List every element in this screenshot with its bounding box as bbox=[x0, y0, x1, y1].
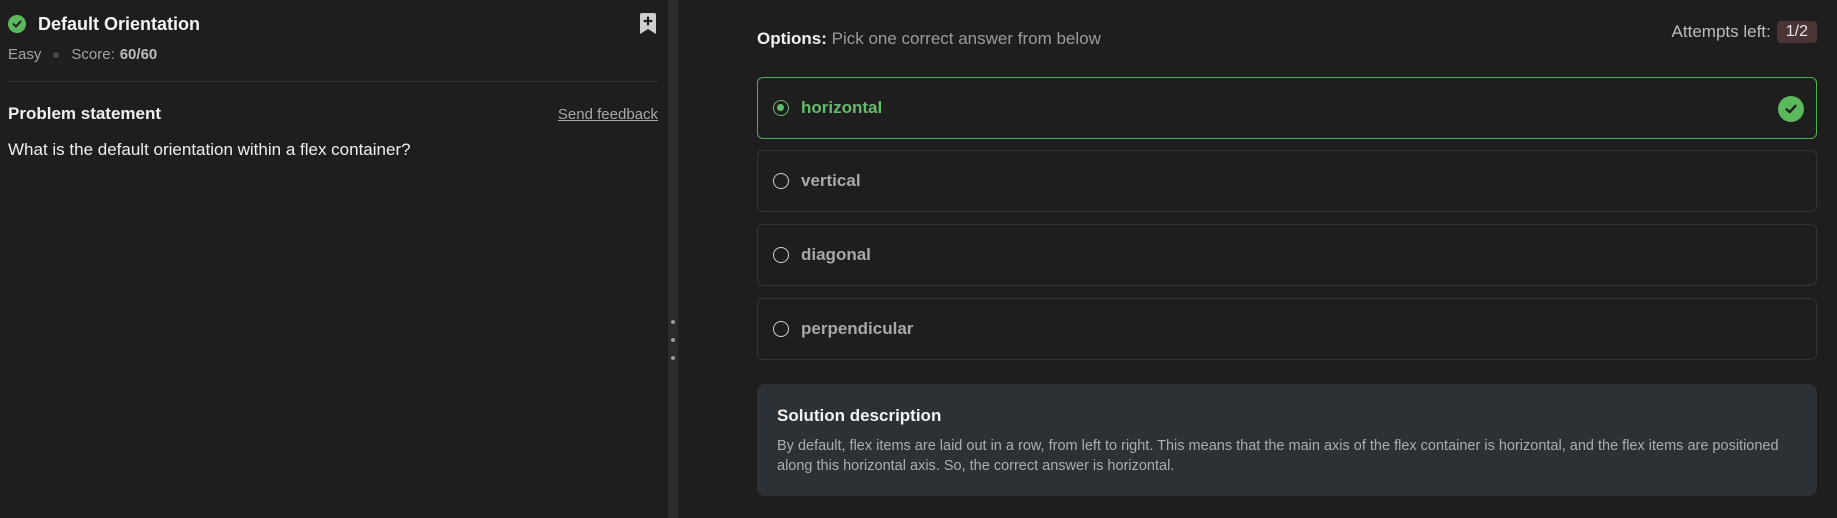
attempts-label: Attempts left: bbox=[1671, 22, 1771, 41]
option-label: perpendicular bbox=[801, 319, 914, 338]
question-meta: Easy Score: 60/60 bbox=[8, 46, 658, 63]
option-label: vertical bbox=[801, 171, 861, 190]
solution-title: Solution description bbox=[777, 406, 942, 425]
radio-icon[interactable] bbox=[773, 173, 789, 189]
option-label: horizontal bbox=[801, 98, 883, 117]
check-circle-icon bbox=[1778, 96, 1804, 122]
options-instruction: Pick one correct answer from below bbox=[831, 29, 1101, 48]
options-label: Options: bbox=[757, 29, 827, 48]
problem-statement-row: Problem statement Send feedback bbox=[8, 104, 658, 124]
radio-icon[interactable] bbox=[773, 100, 789, 116]
option-perpendicular[interactable]: perpendicular bbox=[757, 298, 1817, 360]
question-header: Default Orientation Easy Score: 60/60 bbox=[8, 12, 658, 63]
options-header: Options: Pick one correct answer from be… bbox=[757, 29, 1101, 49]
score-label: Score: bbox=[71, 46, 115, 63]
attempts-badge: 1/2 bbox=[1776, 21, 1817, 43]
separator-dot bbox=[53, 51, 60, 58]
difficulty-label: Easy bbox=[8, 46, 42, 63]
question-text: What is the default orientation within a… bbox=[8, 140, 411, 159]
send-feedback-link[interactable]: Send feedback bbox=[558, 106, 658, 123]
solution-box: Solution description By default, flex it… bbox=[757, 384, 1817, 496]
option-diagonal[interactable]: diagonal bbox=[757, 224, 1817, 286]
title-row: Default Orientation bbox=[8, 12, 658, 36]
solution-text: By default, flex items are laid out in a… bbox=[777, 438, 1779, 474]
option-label: diagonal bbox=[801, 245, 871, 264]
score-value: 60/60 bbox=[119, 46, 158, 63]
radio-icon[interactable] bbox=[773, 247, 789, 263]
bookmark-add-icon[interactable] bbox=[638, 13, 658, 35]
drag-handle-icon[interactable] bbox=[671, 320, 675, 360]
check-circle-icon bbox=[8, 15, 26, 33]
app-root: Default Orientation Easy Score: 60/60 Pr… bbox=[0, 0, 1837, 518]
problem-panel: Default Orientation Easy Score: 60/60 Pr… bbox=[0, 0, 668, 518]
panel-splitter[interactable] bbox=[668, 0, 678, 518]
radio-icon[interactable] bbox=[773, 321, 789, 337]
option-horizontal[interactable]: horizontal bbox=[757, 77, 1817, 139]
problem-statement-heading: Problem statement bbox=[8, 104, 162, 123]
answer-panel: Options: Pick one correct answer from be… bbox=[678, 0, 1837, 518]
question-title: Default Orientation bbox=[38, 13, 201, 34]
attempts-indicator: Attempts left: 1/2 bbox=[1672, 21, 1817, 43]
option-vertical[interactable]: vertical bbox=[757, 150, 1817, 212]
divider bbox=[8, 81, 658, 82]
